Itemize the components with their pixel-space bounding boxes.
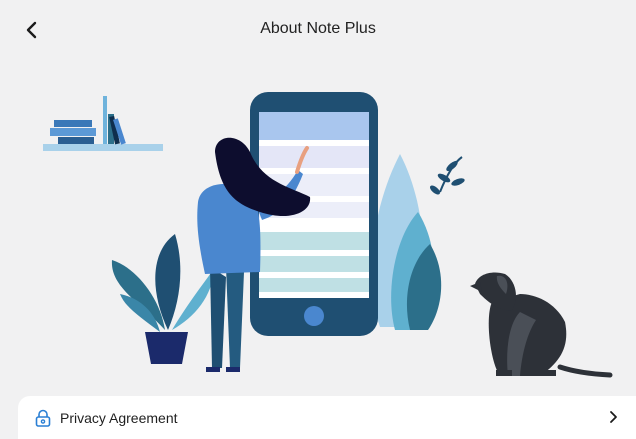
leafy-bush <box>371 154 465 330</box>
lock-icon <box>35 409 51 427</box>
app-header: About Note Plus <box>0 0 636 62</box>
dog <box>470 272 613 378</box>
person-using-phone-illustration <box>43 92 613 378</box>
bookshelf <box>43 96 163 151</box>
page-title: About Note Plus <box>260 20 376 37</box>
potted-plant <box>111 234 215 364</box>
privacy-agreement-row[interactable]: Privacy Agreement <box>18 396 636 439</box>
chevron-right-icon <box>610 411 617 423</box>
privacy-agreement-label: Privacy Agreement <box>60 410 178 426</box>
